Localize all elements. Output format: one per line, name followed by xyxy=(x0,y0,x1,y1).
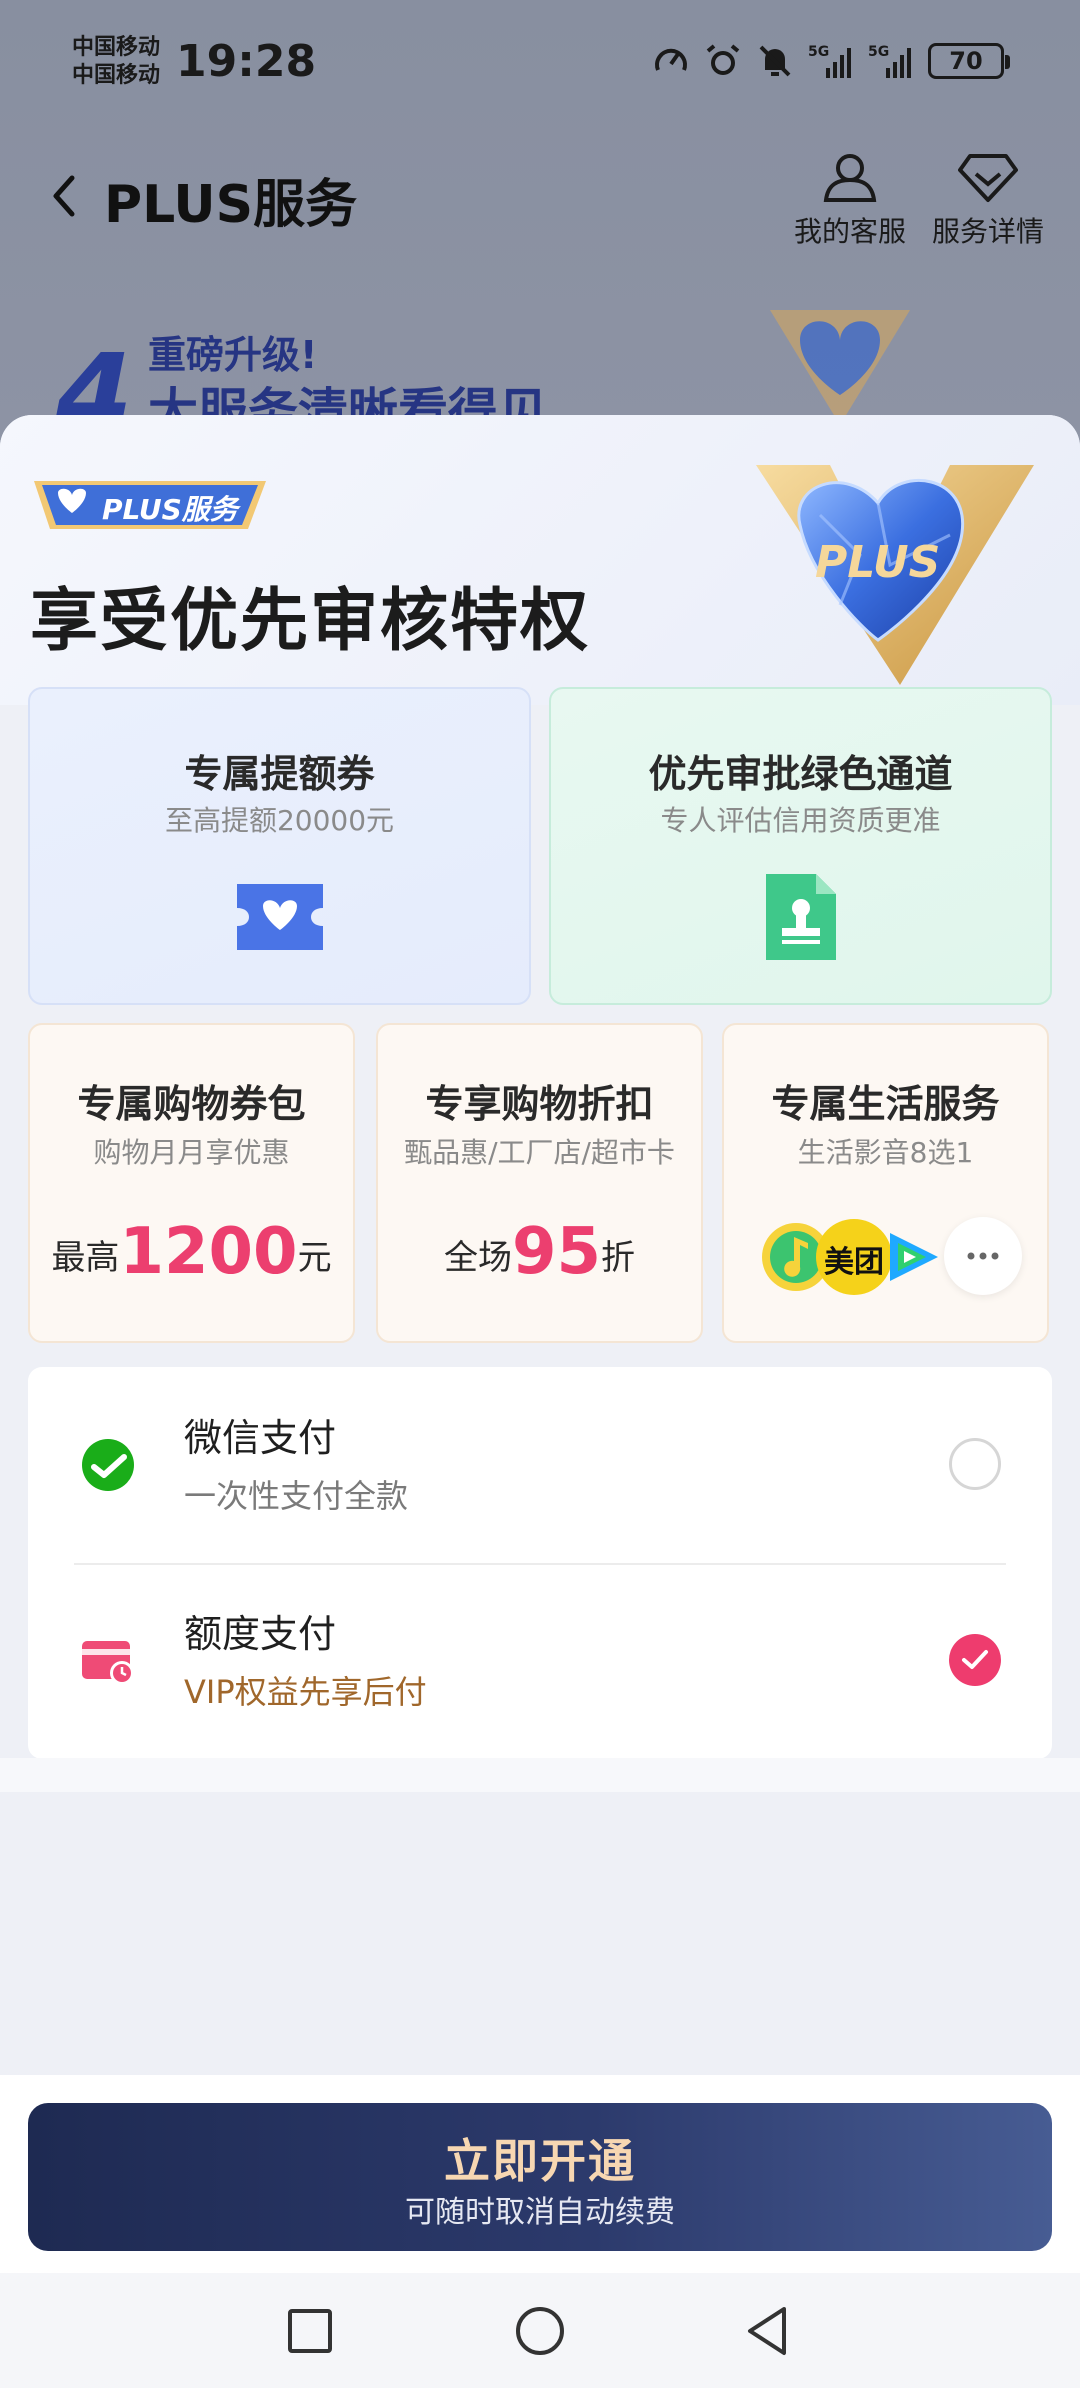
payment-radio-selected[interactable] xyxy=(949,1634,1001,1686)
payment-desc: 一次性支付全款 xyxy=(184,1477,409,1515)
wechat-pay-icon xyxy=(82,1439,134,1491)
background-page: 中国移动 中国移动 19:28 5G 5G 70 PLUS服务 我的客服 服务详… xyxy=(0,0,1080,458)
card-shopping-coupons[interactable]: 专属购物券包 购物月月享优惠 最高1200元 xyxy=(28,1023,355,1343)
carrier-1: 中国移动 xyxy=(72,35,161,60)
svg-text:5G: 5G xyxy=(808,44,829,60)
card-subtitle: 专人评估信用资质更准 xyxy=(660,804,941,837)
card-priority-channel[interactable]: 优先审批绿色通道 专人评估信用资质更准 xyxy=(549,687,1052,1005)
card-subtitle: 甄品惠/工厂店/超市卡 xyxy=(404,1136,675,1169)
service-details-button[interactable]: 服务详情 xyxy=(928,148,1048,250)
sheet-header: PLUS服务 享受优先审核特权 PLUS xyxy=(0,415,1080,705)
credit-card-clock-icon xyxy=(82,1641,134,1685)
customer-service-label: 我的客服 xyxy=(793,215,906,248)
sheet-separator xyxy=(0,1758,1080,1792)
plus-gem-illustration xyxy=(770,310,910,425)
cta-sub-label: 可随时取消自动续费 xyxy=(405,2195,675,2230)
card-value: 最高1200元 xyxy=(30,1215,353,1289)
plus-service-badge: PLUS服务 xyxy=(30,475,270,535)
document-stamp-icon xyxy=(765,874,836,960)
payment-methods: 微信支付 一次性支付全款 额度支付 VIP权益先享后付 xyxy=(28,1367,1052,1759)
carrier-2: 中国移动 xyxy=(72,63,161,88)
cta-main-label: 立即开通 xyxy=(444,2134,636,2188)
customer-service-button[interactable]: 我的客服 xyxy=(790,148,910,250)
coupon-icon xyxy=(236,884,323,950)
card-title: 专属生活服务 xyxy=(771,1082,1000,1126)
plus-gem-label: PLUS xyxy=(815,537,941,588)
promo-line-1: 重磅升级! xyxy=(148,333,318,377)
value-prefix: 最高 xyxy=(51,1238,120,1278)
payment-name: 额度支付 xyxy=(184,1612,337,1656)
back-triangle-icon[interactable] xyxy=(740,2303,796,2359)
alarm-icon xyxy=(706,44,740,75)
card-subtitle: 生活影音8选1 xyxy=(797,1136,974,1169)
clock: 19:28 xyxy=(176,36,317,87)
card-title: 专属提额券 xyxy=(184,752,375,796)
more-icon xyxy=(944,1217,1022,1295)
signal-5g-icon: 5G xyxy=(808,44,851,78)
svg-text:5G: 5G xyxy=(868,44,889,60)
system-navigation-bar xyxy=(0,2273,1080,2388)
status-icons: 5G 5G 70 xyxy=(652,42,1010,80)
life-service-apps: 美团 xyxy=(760,1217,1022,1299)
card-title: 优先审批绿色通道 xyxy=(648,752,953,796)
carrier-labels: 中国移动 中国移动 xyxy=(72,34,160,90)
back-arrow-icon[interactable] xyxy=(44,168,84,224)
customer-service-icon xyxy=(823,154,877,202)
card-title: 专属购物券包 xyxy=(77,1082,306,1126)
payment-radio-unselected[interactable] xyxy=(949,1438,1001,1490)
card-shopping-discount[interactable]: 专享购物折扣 甄品惠/工厂店/超市卡 全场95折 xyxy=(376,1023,703,1343)
tencent-video-icon xyxy=(890,1233,938,1281)
recents-square-icon[interactable] xyxy=(282,2303,338,2359)
page-title: PLUS服务 xyxy=(104,175,358,235)
value-number: 1200 xyxy=(119,1215,298,1289)
battery-indicator: 70 xyxy=(928,43,1010,79)
background-promo-banner: 4 重磅升级! 大服务清晰看得见 xyxy=(56,320,656,458)
payment-name: 微信支付 xyxy=(184,1416,337,1460)
status-bar: 中国移动 中国移动 19:28 5G 5G 70 xyxy=(0,0,1080,130)
payment-option-wechat[interactable]: 微信支付 一次性支付全款 xyxy=(28,1367,1052,1563)
card-life-services[interactable]: 专属生活服务 生活影音8选1 美团 xyxy=(722,1023,1049,1343)
value-prefix: 全场 xyxy=(443,1238,512,1278)
bell-off-icon xyxy=(759,45,791,77)
home-circle-icon[interactable] xyxy=(512,2303,568,2359)
checkmark-icon xyxy=(962,1650,988,1669)
value-number: 95 xyxy=(511,1215,602,1289)
sheet-title: 享受优先审核特权 xyxy=(30,582,591,661)
plus-bottom-sheet: PLUS服务 享受优先审核特权 PLUS 专属提额券 至高提额20000元 优先… xyxy=(0,415,1080,2388)
card-value: 全场95折 xyxy=(378,1215,701,1289)
top-nav: PLUS服务 我的客服 服务详情 xyxy=(0,130,1080,260)
activate-now-button[interactable]: 立即开通 可随时取消自动续费 xyxy=(28,2103,1052,2251)
payment-desc: VIP权益先享后付 xyxy=(184,1673,427,1711)
card-quota-coupon[interactable]: 专属提额券 至高提额20000元 xyxy=(28,687,531,1005)
card-subtitle: 购物月月享优惠 xyxy=(93,1136,290,1169)
card-subtitle: 至高提额20000元 xyxy=(164,804,395,837)
value-suffix: 元 xyxy=(297,1238,332,1278)
payment-option-credit[interactable]: 额度支付 VIP权益先享后付 xyxy=(28,1563,1052,1759)
diamond-icon xyxy=(958,154,1018,202)
value-suffix: 折 xyxy=(601,1238,636,1278)
speedometer-icon xyxy=(655,48,687,71)
service-details-label: 服务详情 xyxy=(931,215,1044,248)
plus-badge-label: PLUS服务 xyxy=(102,493,238,526)
signal-5g-icon: 5G xyxy=(868,44,911,78)
card-title: 专享购物折扣 xyxy=(425,1082,654,1126)
